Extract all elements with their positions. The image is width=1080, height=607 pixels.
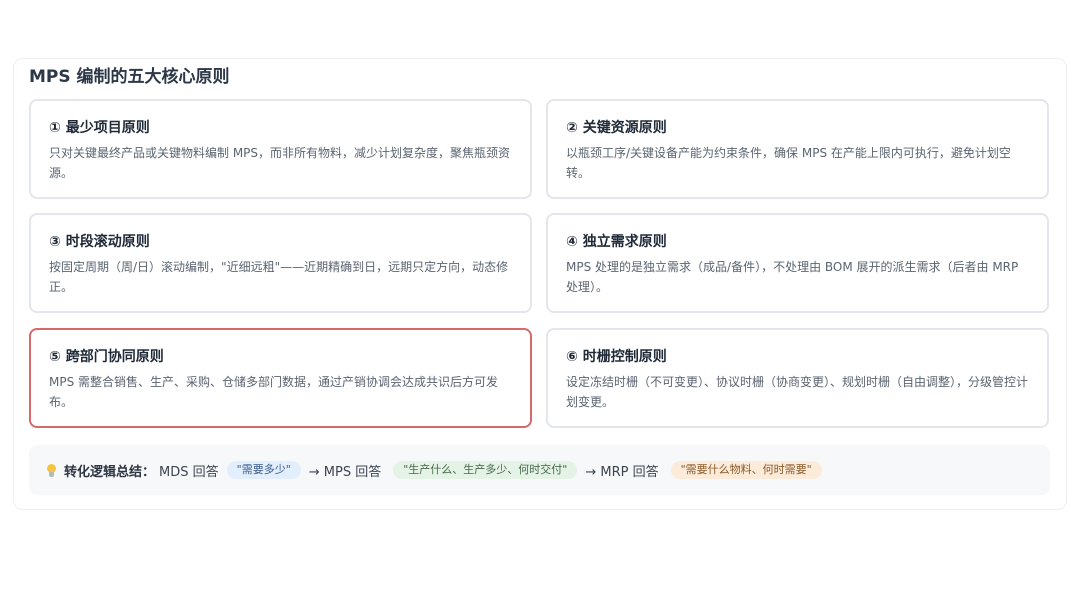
card-desc: 设定冻结时栅（不可变更）、协议时栅（协商变更）、规划时栅（自由调整），分级管控计… [566,375,1029,409]
card-title: ④ 独立需求原则 [566,234,667,250]
principle-card-2[interactable]: ② 关键资源原则 以瓶颈工序/关键设备产能为约束条件，确保 MPS 在产能上限内… [546,99,1049,199]
card-desc: 以瓶颈工序/关键设备产能为约束条件，确保 MPS 在产能上限内可执行，避免计划空… [566,146,1011,180]
card-title: ① 最少项目原则 [49,120,150,136]
summary-label: 转化逻辑总结： [64,464,156,480]
summary-mds: MDS 回答 [159,464,219,480]
card-title: ③ 时段滚动原则 [49,234,150,250]
card-title: ⑤ 跨部门协同原则 [49,349,164,365]
card-title: ② 关键资源原则 [566,120,667,136]
principles-panel: MPS 编制的五大核心原则 ① 最少项目原则 只对关键最终产品或关键物料编制 M… [13,58,1067,510]
lightbulb-icon [47,463,56,477]
card-title: ⑥ 时栅控制原则 [566,349,667,365]
summary-bar: 转化逻辑总结： MDS 回答 "需要多少" → MPS 回答 "生产什么、生产多… [29,445,1050,495]
mds-answer-pill: "需要多少" [226,461,301,479]
principle-card-1[interactable]: ① 最少项目原则 只对关键最终产品或关键物料编制 MPS，而非所有物料，减少计划… [29,99,532,199]
mps-answer-pill: "生产什么、生产多少、何时交付" [393,461,578,479]
principle-card-6[interactable]: ⑥ 时栅控制原则 设定冻结时栅（不可变更）、协议时栅（协商变更）、规划时栅（自由… [546,328,1049,428]
card-desc: 只对关键最终产品或关键物料编制 MPS，而非所有物料，减少计划复杂度，聚焦瓶颈资… [49,146,511,180]
principle-card-4[interactable]: ④ 独立需求原则 MPS 处理的是独立需求（成品/备件），不处理由 BOM 展开… [546,213,1049,313]
panel-title: MPS 编制的五大核心原则 [29,67,230,87]
card-desc: MPS 需整合销售、生产、采购、仓储多部门数据，通过产销协调会达成共识后方可发布… [49,375,499,409]
mrp-answer-pill: "需要什么物料、何时需要" [670,461,822,479]
card-desc: 按固定周期（周/日）滚动编制，"近细远粗"——近期精确到日，远期只定方向，动态修… [49,260,509,294]
summary-arrow-mrp: → MRP 回答 [585,464,659,480]
summary-arrow-mps: → MPS 回答 [308,464,382,480]
principle-card-3[interactable]: ③ 时段滚动原则 按固定周期（周/日）滚动编制，"近细远粗"——近期精确到日，远… [29,213,532,313]
principle-card-5[interactable]: ⑤ 跨部门协同原则 MPS 需整合销售、生产、采购、仓储多部门数据，通过产销协调… [29,328,532,428]
card-desc: MPS 处理的是独立需求（成品/备件），不处理由 BOM 展开的派生需求（后者由… [566,260,1019,294]
